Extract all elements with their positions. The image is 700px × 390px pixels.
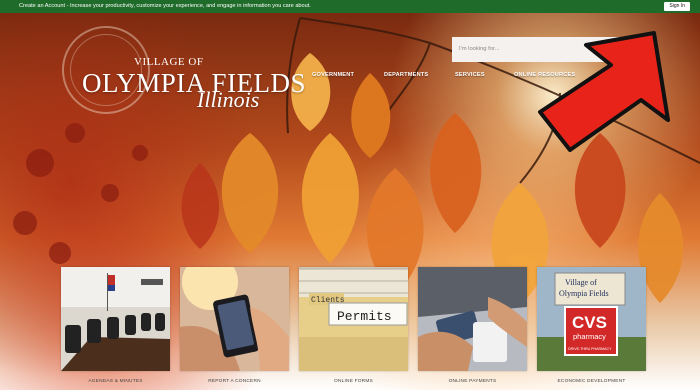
sign-in-button[interactable]: Sign In bbox=[664, 2, 690, 11]
folder-label-text: Permits bbox=[337, 309, 392, 324]
red-arrow-annotation bbox=[538, 31, 670, 152]
payment-image bbox=[418, 267, 527, 371]
permits-folder-image: Clients Permits bbox=[299, 267, 408, 371]
nav-departments[interactable]: DEPARTMENTS bbox=[384, 72, 428, 78]
store-logo-text: CVS bbox=[572, 313, 607, 332]
storefront-image: Village of Olympia Fields CVS pharmacy D… bbox=[537, 267, 646, 371]
nav-government[interactable]: GOVERNMENT bbox=[312, 72, 354, 78]
account-banner-text[interactable]: Create an Account - Increase your produc… bbox=[19, 3, 311, 9]
tile-label-report[interactable]: REPORT A CONCERN bbox=[180, 379, 289, 384]
tile-label-forms[interactable]: ONLINE FORMS bbox=[299, 379, 408, 384]
tile-label-economic[interactable]: ECONOMIC DEVELOPMENT bbox=[537, 379, 646, 384]
account-banner[interactable]: Create an Account - Increase your produc… bbox=[0, 0, 700, 13]
sign-text-2: Olympia Fields bbox=[559, 289, 609, 298]
nav-services[interactable]: SERVICES bbox=[455, 72, 485, 78]
logo-subtitle[interactable]: VILLAGE OF bbox=[134, 56, 203, 68]
tile-label-payments[interactable]: ONLINE PAYMENTS bbox=[418, 379, 527, 384]
store-tag-text: DRIVE-THRU PHARMACY bbox=[568, 347, 612, 351]
store-sub-text: pharmacy bbox=[573, 332, 606, 341]
logo-script[interactable]: Illinois bbox=[197, 87, 259, 113]
logo-title[interactable]: OLYMPIA FIELDS bbox=[82, 68, 306, 99]
tile-report-concern[interactable] bbox=[180, 267, 289, 371]
search-placeholder: I'm looking for... bbox=[459, 46, 500, 52]
sign-text-1: Village of bbox=[565, 278, 597, 287]
tile-online-payments[interactable] bbox=[418, 267, 527, 371]
phone-image bbox=[180, 267, 289, 371]
tile-economic-development[interactable]: Village of Olympia Fields CVS pharmacy D… bbox=[537, 267, 646, 371]
tile-label-agendas[interactable]: AGENDAS & MINUTES bbox=[61, 379, 170, 384]
tile-agendas-minutes[interactable] bbox=[61, 267, 170, 371]
tile-online-forms[interactable]: Clients Permits bbox=[299, 267, 408, 371]
boardroom-image bbox=[61, 267, 170, 371]
